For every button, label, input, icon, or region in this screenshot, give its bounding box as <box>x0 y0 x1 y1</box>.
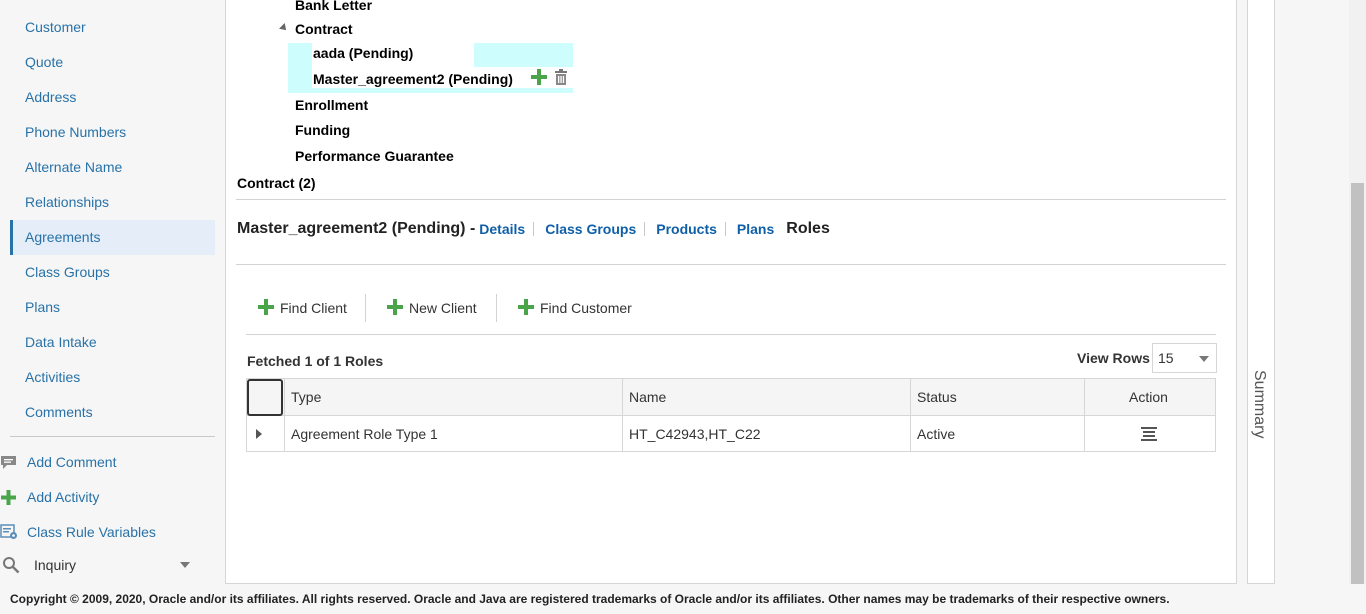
plus-icon <box>258 298 274 318</box>
row-expand-toggle[interactable] <box>247 416 284 451</box>
tab-plans[interactable]: Plans <box>724 222 782 236</box>
select-all-cell[interactable] <box>247 379 283 416</box>
toolbar-separator <box>496 294 497 322</box>
left-sidebar: Customer Quote Address Phone Numbers Alt… <box>0 0 225 590</box>
plus-icon <box>0 489 27 506</box>
plus-icon <box>518 298 534 318</box>
find-client-button[interactable]: Find Client <box>258 296 347 320</box>
tab-products[interactable]: Products <box>644 222 725 236</box>
cell-status: Active <box>910 416 1084 451</box>
view-rows-value: 15 <box>1158 350 1174 366</box>
cell-type: Agreement Role Type 1 <box>284 416 622 451</box>
chevron-down-icon <box>180 562 190 568</box>
chevron-down-icon <box>1199 356 1209 362</box>
column-header-name[interactable]: Name <box>622 379 910 415</box>
find-customer-button[interactable]: Find Customer <box>518 296 632 320</box>
sidebar-item-address[interactable]: Address <box>10 80 215 115</box>
sidebar-item-agreements[interactable]: Agreements <box>10 220 215 255</box>
sidebar-item-comments[interactable]: Comments <box>10 395 215 430</box>
table-row[interactable]: Agreement Role Type 1 HT_C42943,HT_C22 A… <box>247 416 1215 451</box>
vertical-scrollbar[interactable] <box>1349 0 1366 596</box>
scrollbar-thumb[interactable] <box>1351 183 1364 596</box>
cell-name: HT_C42943,HT_C22 <box>622 416 910 451</box>
find-client-label: Find Client <box>280 300 347 316</box>
search-icon <box>2 556 20 574</box>
variables-icon <box>0 524 27 540</box>
tab-details[interactable]: Details <box>475 222 533 236</box>
sidebar-divider <box>10 436 215 437</box>
view-rows-select[interactable]: 15 <box>1152 343 1217 373</box>
sidebar-item-phone-numbers[interactable]: Phone Numbers <box>10 115 215 150</box>
copyright-footer: Copyright © 2009, 2020, Oracle and/or it… <box>0 584 1366 613</box>
divider <box>236 199 1226 200</box>
add-comment-label: Add Comment <box>27 454 117 470</box>
chevron-right-icon <box>256 428 262 439</box>
inquiry-dropdown[interactable]: Inquiry <box>0 553 200 577</box>
cell-action <box>1084 416 1212 451</box>
tree-node-master-agreement2[interactable]: Master_agreement2 (Pending) <box>313 71 513 87</box>
tree-selection-highlight <box>474 43 573 67</box>
tree-expand-icon[interactable] <box>279 23 289 33</box>
tree-node-contract[interactable]: Contract <box>295 21 353 37</box>
inquiry-label: Inquiry <box>34 557 77 573</box>
view-rows-label: View Rows <box>1077 350 1150 366</box>
column-header-action: Action <box>1084 379 1212 415</box>
tree-node-enrollment[interactable]: Enrollment <box>295 97 368 113</box>
sidebar-item-class-groups[interactable]: Class Groups <box>10 255 215 290</box>
tree-node-performance-guarantee[interactable]: Performance Guarantee <box>295 148 454 164</box>
contract-count: Contract (2) <box>237 175 316 191</box>
trash-icon[interactable] <box>555 69 567 90</box>
sidebar-item-customer[interactable]: Customer <box>10 10 215 45</box>
class-rule-variables-link[interactable]: Class Rule Variables <box>0 520 156 544</box>
tab-class-groups[interactable]: Class Groups <box>533 222 644 236</box>
add-activity-link[interactable]: Add Activity <box>0 485 99 509</box>
action-menu-icon[interactable] <box>1140 426 1157 441</box>
sidebar-item-relationships[interactable]: Relationships <box>10 185 215 220</box>
tree-node-funding[interactable]: Funding <box>295 122 350 138</box>
tree-selection-highlight <box>288 43 312 93</box>
toolbar-separator <box>365 294 366 322</box>
sidebar-item-data-intake[interactable]: Data Intake <box>10 325 215 360</box>
divider <box>246 334 1216 335</box>
tab-roles[interactable]: Roles <box>782 221 838 237</box>
add-comment-link[interactable]: Add Comment <box>0 450 116 474</box>
agreement-title: Master_agreement2 (Pending) - <box>237 220 476 237</box>
class-rule-variables-label: Class Rule Variables <box>27 524 156 540</box>
column-header-status[interactable]: Status <box>910 379 1084 415</box>
sidebar-item-plans[interactable]: Plans <box>10 290 215 325</box>
tree-node-aada[interactable]: aada (Pending) <box>313 45 413 61</box>
tree-node-bank-letter[interactable]: Bank Letter <box>295 0 372 13</box>
agreement-header: Master_agreement2 (Pending) - Details Cl… <box>237 218 838 240</box>
new-client-label: New Client <box>409 300 477 316</box>
sidebar-item-activities[interactable]: Activities <box>10 360 215 395</box>
roles-table: Type Name Status Action Agreement Role T… <box>246 378 1216 452</box>
summary-panel[interactable]: Summary <box>1247 0 1275 584</box>
find-customer-label: Find Customer <box>540 300 632 316</box>
add-activity-label: Add Activity <box>27 489 100 505</box>
plus-icon <box>387 298 403 318</box>
table-header: Type Name Status Action <box>247 379 1215 416</box>
divider <box>236 264 1226 265</box>
main-panel: Bank Letter Contract aada (Pending) Mast… <box>225 0 1237 584</box>
fetched-count: Fetched 1 of 1 Roles <box>247 353 384 369</box>
column-header-type[interactable]: Type <box>284 379 622 415</box>
comment-icon <box>0 455 27 470</box>
add-icon[interactable] <box>531 69 547 90</box>
sidebar-item-quote[interactable]: Quote <box>10 45 215 80</box>
new-client-button[interactable]: New Client <box>387 296 477 320</box>
sidebar-item-alternate-name[interactable]: Alternate Name <box>10 150 215 185</box>
summary-label: Summary <box>1251 370 1268 439</box>
